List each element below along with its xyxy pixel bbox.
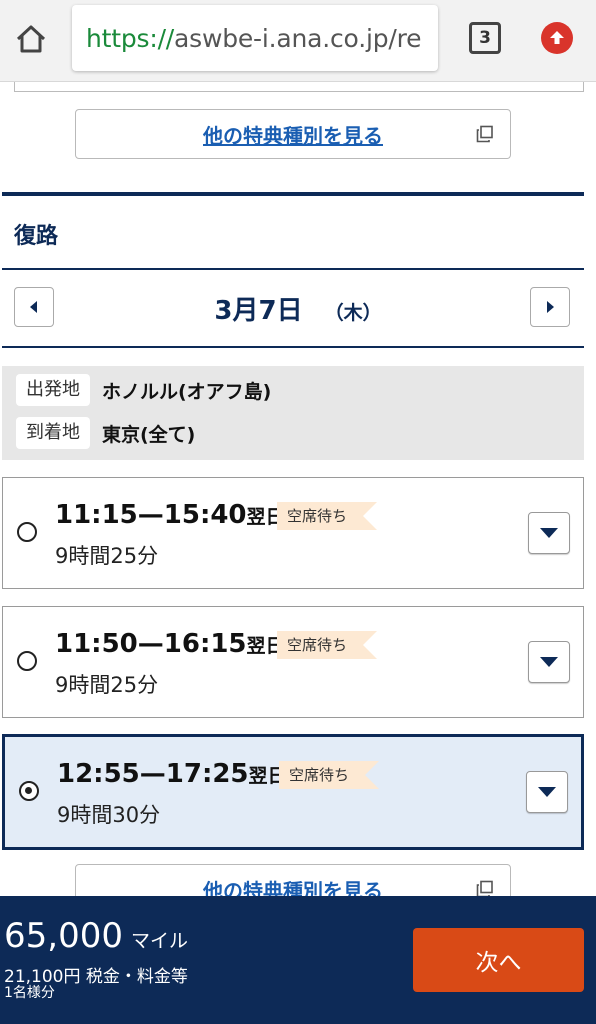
next-date-button[interactable]	[530, 287, 570, 327]
home-icon	[16, 25, 46, 53]
next-button[interactable]: 次へ	[413, 928, 584, 992]
more-award-types-label: 他の特典種別を見る	[203, 123, 383, 148]
flight-option[interactable]: 11:15—15:40翌日 空席待ち 9時間25分	[2, 477, 584, 589]
route-info: 出発地 ホノルル(オアフ島) 到着地 東京(全て)	[2, 366, 584, 460]
flight-time-range: 11:50—16:15	[55, 629, 247, 659]
caret-right-icon	[547, 301, 554, 313]
section-title-return: 復路	[14, 224, 59, 249]
flight-time: 12:55—17:25翌日	[57, 759, 287, 789]
status-badge: 空席待ち	[279, 761, 380, 789]
caret-down-icon	[538, 787, 556, 797]
flight-radio[interactable]	[17, 651, 37, 671]
origin-value: ホノルル(オアフ島)	[102, 380, 272, 403]
passenger-count: 1名様分	[4, 985, 55, 1001]
origin-label: 出発地	[16, 374, 90, 406]
previous-card-edge	[14, 82, 584, 92]
flight-radio[interactable]	[17, 522, 37, 542]
url-bar[interactable]: https://aswbe-i.ana.co.jp/re	[72, 5, 438, 71]
origin-row: 出発地 ホノルル(オアフ島)	[16, 374, 271, 406]
expand-details-button[interactable]	[528, 512, 570, 554]
price-summary-bar: 65,000 マイル 21,100円 税金・料金等 1名様分 次へ	[0, 896, 596, 1024]
browser-toolbar: https://aswbe-i.ana.co.jp/re 3	[0, 0, 596, 82]
status-badge: 空席待ち	[277, 631, 378, 659]
flight-duration: 9時間25分	[55, 544, 159, 568]
divider	[2, 268, 584, 270]
url-text: aswbe-i.ana.co.jp/re	[174, 23, 422, 53]
external-link-icon	[476, 125, 493, 143]
home-button[interactable]	[12, 20, 50, 58]
flight-duration: 9時間25分	[55, 673, 159, 697]
destination-value: 東京(全て)	[102, 423, 196, 446]
tab-switcher-button[interactable]: 3	[469, 22, 501, 54]
weekday-label: （木）	[324, 302, 382, 324]
flight-duration: 9時間30分	[57, 803, 161, 827]
date-label: 3月7日	[214, 296, 303, 326]
section-divider-thick	[2, 192, 584, 196]
date-display: 3月7日 （木）	[0, 290, 596, 327]
status-badge: 空席待ち	[277, 502, 378, 530]
expand-details-button[interactable]	[526, 771, 568, 813]
flight-option-selected[interactable]: 12:55—17:25翌日 空席待ち 9時間30分	[2, 734, 584, 850]
divider	[2, 346, 584, 348]
flight-time-range: 11:15—15:40	[55, 500, 247, 530]
more-award-types-button-top[interactable]: 他の特典種別を見る	[75, 109, 511, 159]
caret-down-icon	[540, 657, 558, 667]
update-button[interactable]	[541, 22, 573, 54]
flight-time: 11:15—15:40翌日	[55, 500, 285, 530]
destination-label: 到着地	[16, 417, 90, 449]
flight-radio-selected[interactable]	[19, 781, 39, 801]
expand-details-button[interactable]	[528, 641, 570, 683]
flight-option[interactable]: 11:50—16:15翌日 空席待ち 9時間25分	[2, 606, 584, 718]
flight-time-range: 12:55—17:25	[57, 759, 249, 789]
miles-value: 65,000	[4, 916, 123, 956]
miles-unit: マイル	[130, 930, 188, 952]
url-scheme: https://	[86, 23, 175, 53]
flight-time: 11:50—16:15翌日	[55, 629, 285, 659]
upload-arrow-icon	[550, 31, 564, 44]
caret-down-icon	[540, 528, 558, 538]
miles-total: 65,000 マイル	[4, 916, 188, 956]
destination-row: 到着地 東京(全て)	[16, 417, 195, 449]
